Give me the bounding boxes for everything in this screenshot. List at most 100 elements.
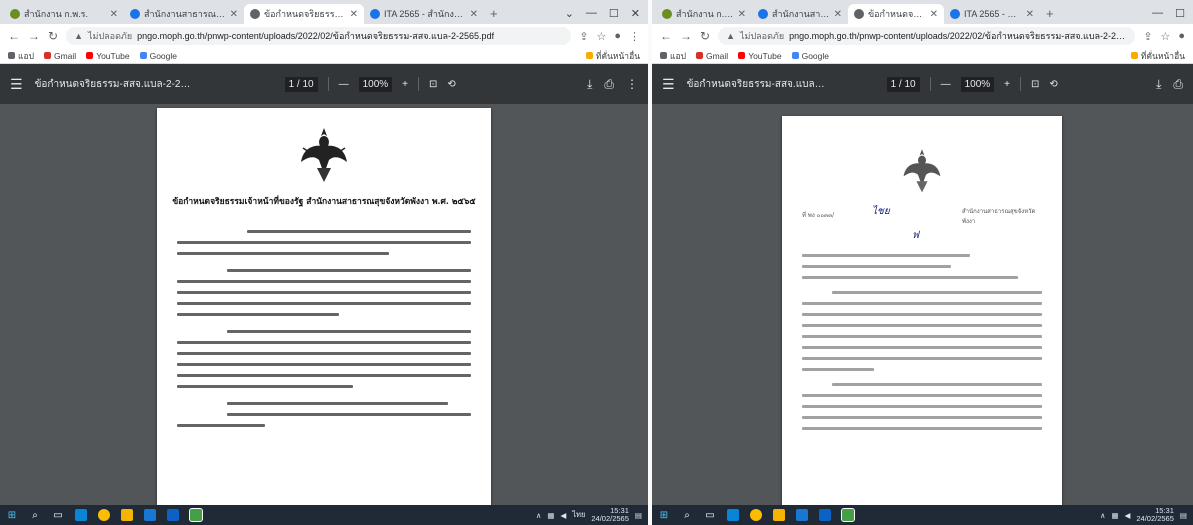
chevron-up-icon[interactable]: ∧	[1100, 511, 1106, 520]
browser-tab[interactable]: สำนักงาน ก.พ.ร. ✕	[4, 4, 124, 24]
browser-tab-active[interactable]: ข้อกำหนดจริยธรรม-สสจ.แบล-2-2565 ✕	[848, 4, 944, 24]
share-icon[interactable]: ⇪	[1143, 30, 1152, 43]
store-icon[interactable]	[796, 509, 808, 521]
maximize-icon[interactable]: ☐	[609, 7, 619, 20]
active-app-icon[interactable]	[841, 508, 855, 522]
new-tab-icon[interactable]: +	[484, 6, 504, 24]
browser-tab[interactable]: ITA 2565 - สำนักงานสาธารณสุข ✕	[364, 4, 484, 24]
print-icon[interactable]: ⎙	[604, 77, 614, 92]
print-icon[interactable]: ⎙	[1173, 77, 1183, 92]
zoom-in-icon[interactable]: +	[402, 79, 408, 90]
close-tab-icon[interactable]: ✕	[470, 9, 478, 20]
browser-tab[interactable]: สำนักงานสาธารณสุขจังหวัดนิดินแดง ✕	[124, 4, 244, 24]
bookmark-youtube[interactable]: YouTube	[86, 51, 130, 61]
network-icon[interactable]: ▦	[1111, 511, 1118, 520]
bookmark-google[interactable]: Google	[139, 51, 177, 61]
zoom-out-icon[interactable]: —	[339, 79, 349, 90]
tab-search-icon[interactable]: ⌄	[565, 7, 574, 20]
clock[interactable]: 15:31 24/02/2565	[591, 507, 629, 523]
browser-tab[interactable]: ITA 2565 - สำนักงานสาธารณสุข ✕	[944, 4, 1040, 24]
warning-icon[interactable]: ▲	[74, 31, 83, 41]
reload-icon[interactable]: ↻	[700, 29, 710, 43]
minimize-icon[interactable]: —	[1152, 7, 1163, 20]
search-icon[interactable]: ⌕	[29, 509, 41, 521]
close-tab-icon[interactable]: ✕	[350, 9, 358, 20]
chrome-icon[interactable]	[98, 509, 110, 521]
network-icon[interactable]: ▦	[547, 511, 554, 520]
page-indicator[interactable]: 1 / 10	[886, 76, 920, 92]
address-bar[interactable]: ▲ ไม่ปลอดภัย pngo.moph.go.th/pnwp-conten…	[66, 27, 572, 45]
maximize-icon[interactable]: ☐	[1175, 7, 1185, 20]
menu-icon[interactable]: ☰	[662, 76, 675, 93]
close-tab-icon[interactable]: ✕	[930, 9, 938, 20]
zoom-level[interactable]: 100%	[358, 76, 393, 92]
zoom-level[interactable]: 100%	[960, 76, 995, 92]
volume-icon[interactable]: ◀	[1125, 511, 1131, 520]
edge-icon[interactable]	[75, 509, 87, 521]
mail-icon[interactable]	[819, 509, 831, 521]
volume-icon[interactable]: ◀	[560, 511, 566, 520]
windows-start-icon[interactable]: ⊞	[6, 509, 18, 521]
menu-icon[interactable]: ☰	[10, 76, 23, 93]
bookmark-youtube[interactable]: YouTube	[738, 51, 782, 61]
clock[interactable]: 15:31 24/02/2565	[1136, 507, 1174, 523]
close-tab-icon[interactable]: ✕	[230, 9, 238, 20]
other-bookmarks[interactable]: ที่คั่นหน้าอื่น	[585, 49, 640, 63]
tab-title: สำนักงาน ก.พ.ร.	[676, 9, 734, 19]
browser-tab-active[interactable]: ข้อกำหนดจริยธรรม-สสจ.แบล-2-2565 ✕	[244, 4, 364, 24]
store-icon[interactable]	[144, 509, 156, 521]
file-explorer-icon[interactable]	[773, 509, 785, 521]
more-icon[interactable]: ⋮	[629, 30, 640, 43]
notification-icon[interactable]: ▤	[1180, 511, 1187, 520]
notification-icon[interactable]: ▤	[635, 511, 642, 520]
star-icon[interactable]: ☆	[596, 30, 606, 43]
new-tab-icon[interactable]: +	[1040, 6, 1060, 24]
bookmark-gmail[interactable]: Gmail	[695, 51, 728, 61]
windows-start-icon[interactable]: ⊞	[658, 509, 670, 521]
chrome-icon[interactable]	[750, 509, 762, 521]
bookmark-apps[interactable]: แอป	[660, 49, 686, 63]
warning-icon[interactable]: ▲	[726, 31, 735, 41]
chevron-up-icon[interactable]: ∧	[536, 511, 542, 520]
bookmark-google[interactable]: Google	[791, 51, 829, 61]
close-tab-icon[interactable]: ✕	[738, 9, 746, 20]
search-icon[interactable]: ⌕	[681, 509, 693, 521]
forward-icon[interactable]: →	[680, 29, 692, 43]
fit-page-icon[interactable]: ⊡	[429, 79, 437, 90]
close-window-icon[interactable]: ✕	[631, 7, 640, 20]
back-icon[interactable]: ←	[8, 29, 20, 43]
forward-icon[interactable]: →	[28, 29, 40, 43]
task-view-icon[interactable]: ▭	[704, 509, 716, 521]
page-indicator[interactable]: 1 / 10	[284, 76, 318, 92]
address-bar[interactable]: ▲ ไม่ปลอดภัย pngo.moph.go.th/pnwp-conten…	[718, 27, 1136, 45]
download-icon[interactable]: ⤓	[587, 77, 592, 92]
close-tab-icon[interactable]: ✕	[110, 9, 118, 20]
browser-tab[interactable]: สำนักงาน ก.พ.ร. ✕	[656, 4, 752, 24]
other-bookmarks[interactable]: ที่คั่นหน้าอื่น	[1130, 49, 1185, 63]
edge-icon[interactable]	[727, 509, 739, 521]
rotate-icon[interactable]: ⟲	[1049, 79, 1057, 90]
active-app-icon[interactable]	[189, 508, 203, 522]
close-tab-icon[interactable]: ✕	[834, 9, 842, 20]
bookmark-gmail[interactable]: Gmail	[43, 51, 76, 61]
minimize-icon[interactable]: —	[586, 7, 597, 20]
share-icon[interactable]: ⇪	[579, 30, 588, 43]
close-tab-icon[interactable]: ✕	[1026, 9, 1034, 20]
back-icon[interactable]: ←	[660, 29, 672, 43]
profile-icon[interactable]: ●	[1178, 30, 1185, 43]
task-view-icon[interactable]: ▭	[52, 509, 64, 521]
browser-tab[interactable]: สำนักงานสาธารณสุขจังหวัด ✕	[752, 4, 848, 24]
star-icon[interactable]: ☆	[1160, 30, 1170, 43]
profile-icon[interactable]: ●	[614, 30, 621, 43]
fit-page-icon[interactable]: ⊡	[1031, 79, 1039, 90]
language-indicator[interactable]: ไทย	[572, 509, 585, 521]
zoom-in-icon[interactable]: +	[1004, 79, 1010, 90]
bookmark-apps[interactable]: แอป	[8, 49, 34, 63]
download-icon[interactable]: ⤓	[1156, 77, 1161, 92]
more-icon[interactable]: ⋮	[626, 77, 638, 92]
file-explorer-icon[interactable]	[121, 509, 133, 521]
rotate-icon[interactable]: ⟲	[447, 79, 455, 90]
mail-icon[interactable]	[167, 509, 179, 521]
reload-icon[interactable]: ↻	[48, 29, 58, 43]
zoom-out-icon[interactable]: —	[941, 79, 951, 90]
